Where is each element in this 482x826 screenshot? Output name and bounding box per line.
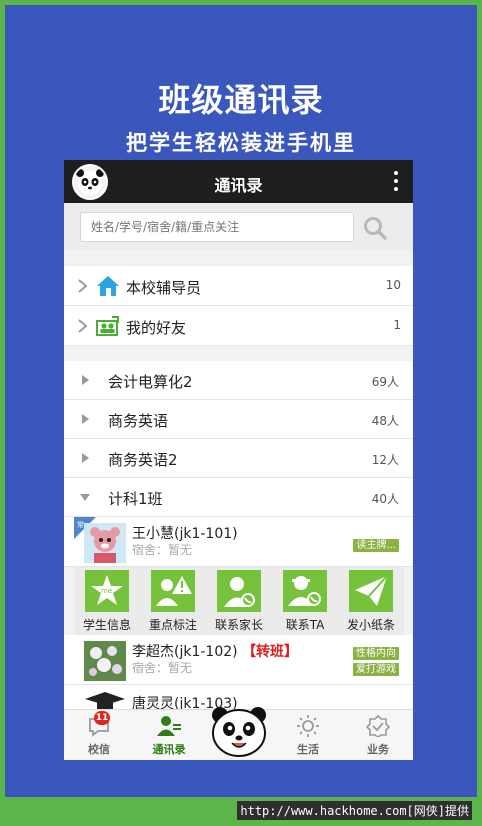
house-icon xyxy=(97,276,119,296)
send-note-button[interactable]: 发小纸条 xyxy=(338,570,404,634)
student-row[interactable]: 李超杰(jk1-102) 【转班】 宿舍：暂无 性格内向 爱打游戏 xyxy=(64,635,413,685)
group-label: 本校辅导员 xyxy=(126,279,202,297)
paper-plane-icon xyxy=(355,575,388,606)
class-count: 48人 xyxy=(371,414,399,428)
action-label: 重点标注 xyxy=(148,618,197,632)
tab-business[interactable]: 业务 xyxy=(343,710,413,760)
sun-icon xyxy=(297,715,319,737)
class-row[interactable]: 商务英语 48人 xyxy=(64,400,413,439)
student-row[interactable]: 常 王小慧(jk1-101) 宿舍：暂无 读主牌... xyxy=(64,517,413,567)
mark-important-button[interactable]: 重点标注 xyxy=(140,570,206,634)
student-tag: 爱打游戏 xyxy=(353,663,399,676)
phone-screen: 通讯录 本校辅导员 10 xyxy=(64,160,413,760)
expand-arrow-icon xyxy=(82,414,89,424)
search-input[interactable] xyxy=(80,212,354,242)
student-name: 李超杰(jk1-102) 【转班】 xyxy=(132,644,299,660)
page-title: 通讯录 xyxy=(214,176,263,195)
alert-mark-icon xyxy=(156,576,192,606)
expand-arrow-icon xyxy=(82,453,89,463)
action-label: 联系TA xyxy=(285,618,325,632)
tab-label: 业务 xyxy=(367,743,389,756)
contact-ta-icon xyxy=(288,576,321,606)
student-action-bar: me 学生信息 重点标注 联系家长 联系TA 发小纸条 xyxy=(74,567,404,635)
student-name: 王小慧(jk1-101) xyxy=(132,526,238,542)
source-credit: http://www.hackhome.com[网侠]提供 xyxy=(237,801,472,820)
panda-mascot-icon[interactable] xyxy=(210,703,268,759)
action-label: 发小纸条 xyxy=(346,618,395,632)
friends-icon xyxy=(96,316,119,336)
contact-parent-icon xyxy=(224,577,255,607)
class-label: 商务英语2 xyxy=(108,451,178,469)
group-count: 1 xyxy=(393,318,401,332)
action-label: 联系家长 xyxy=(214,618,263,632)
class-label: 计科1班 xyxy=(108,490,163,508)
chevron-right-icon xyxy=(78,279,88,293)
unread-badge: 11 xyxy=(94,711,110,725)
action-label: 学生信息 xyxy=(82,618,131,632)
contact-ta-button[interactable]: 联系TA xyxy=(272,570,338,634)
app-header: 通讯录 xyxy=(64,160,413,203)
group-count: 10 xyxy=(385,278,401,292)
svg-text:me: me xyxy=(101,587,112,595)
student-dorm: 宿舍：暂无 xyxy=(132,661,193,675)
expand-arrow-icon xyxy=(82,375,89,385)
student-tag: 性格内向 xyxy=(353,647,399,660)
search-icon[interactable] xyxy=(362,215,388,241)
tab-label: 通讯录 xyxy=(152,743,186,756)
contact-parent-button[interactable]: 联系家长 xyxy=(206,570,272,634)
student-tag: 读主牌... xyxy=(353,539,399,552)
group-row-friends[interactable]: 我的好友 1 xyxy=(64,306,413,346)
tab-label: 校信 xyxy=(88,743,110,756)
class-row[interactable]: 会计电算化2 69人 xyxy=(64,361,413,400)
class-row[interactable]: 商务英语2 12人 xyxy=(64,439,413,478)
collapse-arrow-icon xyxy=(80,494,90,501)
search-bar xyxy=(64,203,413,250)
class-count: 69人 xyxy=(371,375,399,389)
student-avatar xyxy=(84,641,126,681)
more-menu-icon[interactable] xyxy=(393,171,399,193)
class-count: 40人 xyxy=(371,492,399,506)
tab-messages[interactable]: 11 校信 xyxy=(64,710,134,760)
tab-contacts[interactable]: 通讯录 xyxy=(134,710,204,760)
student-info-icon: me xyxy=(91,575,123,605)
student-dorm: 宿舍：暂无 xyxy=(132,543,193,557)
class-row-expanded[interactable]: 计科1班 40人 xyxy=(64,478,413,517)
transfer-badge: 【转班】 xyxy=(242,644,299,660)
badge-check-icon xyxy=(366,715,390,737)
student-avatar xyxy=(85,692,125,709)
promo-title: 班级通讯录 xyxy=(158,81,324,119)
tab-life[interactable]: 生活 xyxy=(273,710,343,760)
screenshot-frame: 班级通讯录 把学生轻松装进手机里 通讯录 姓名/学号/宿舍/籍/重点关注 本校辅… xyxy=(0,0,482,826)
bottom-tab-bar: 11 校信 通讯录 生活 业务 xyxy=(64,707,413,760)
group-label: 我的好友 xyxy=(126,319,187,337)
chevron-right-icon xyxy=(78,319,88,333)
contacts-icon xyxy=(157,716,181,736)
class-label: 商务英语 xyxy=(108,412,169,430)
student-avatar xyxy=(84,523,126,563)
group-row-counselors[interactable]: 本校辅导员 10 xyxy=(64,266,413,306)
class-count: 12人 xyxy=(371,453,399,467)
student-info-button[interactable]: me 学生信息 xyxy=(74,570,140,634)
promo-subtitle: 把学生轻松装进手机里 xyxy=(126,131,356,155)
corner-label: 常 xyxy=(77,520,84,529)
class-label: 会计电算化2 xyxy=(108,373,193,391)
tab-label: 生活 xyxy=(297,743,319,756)
